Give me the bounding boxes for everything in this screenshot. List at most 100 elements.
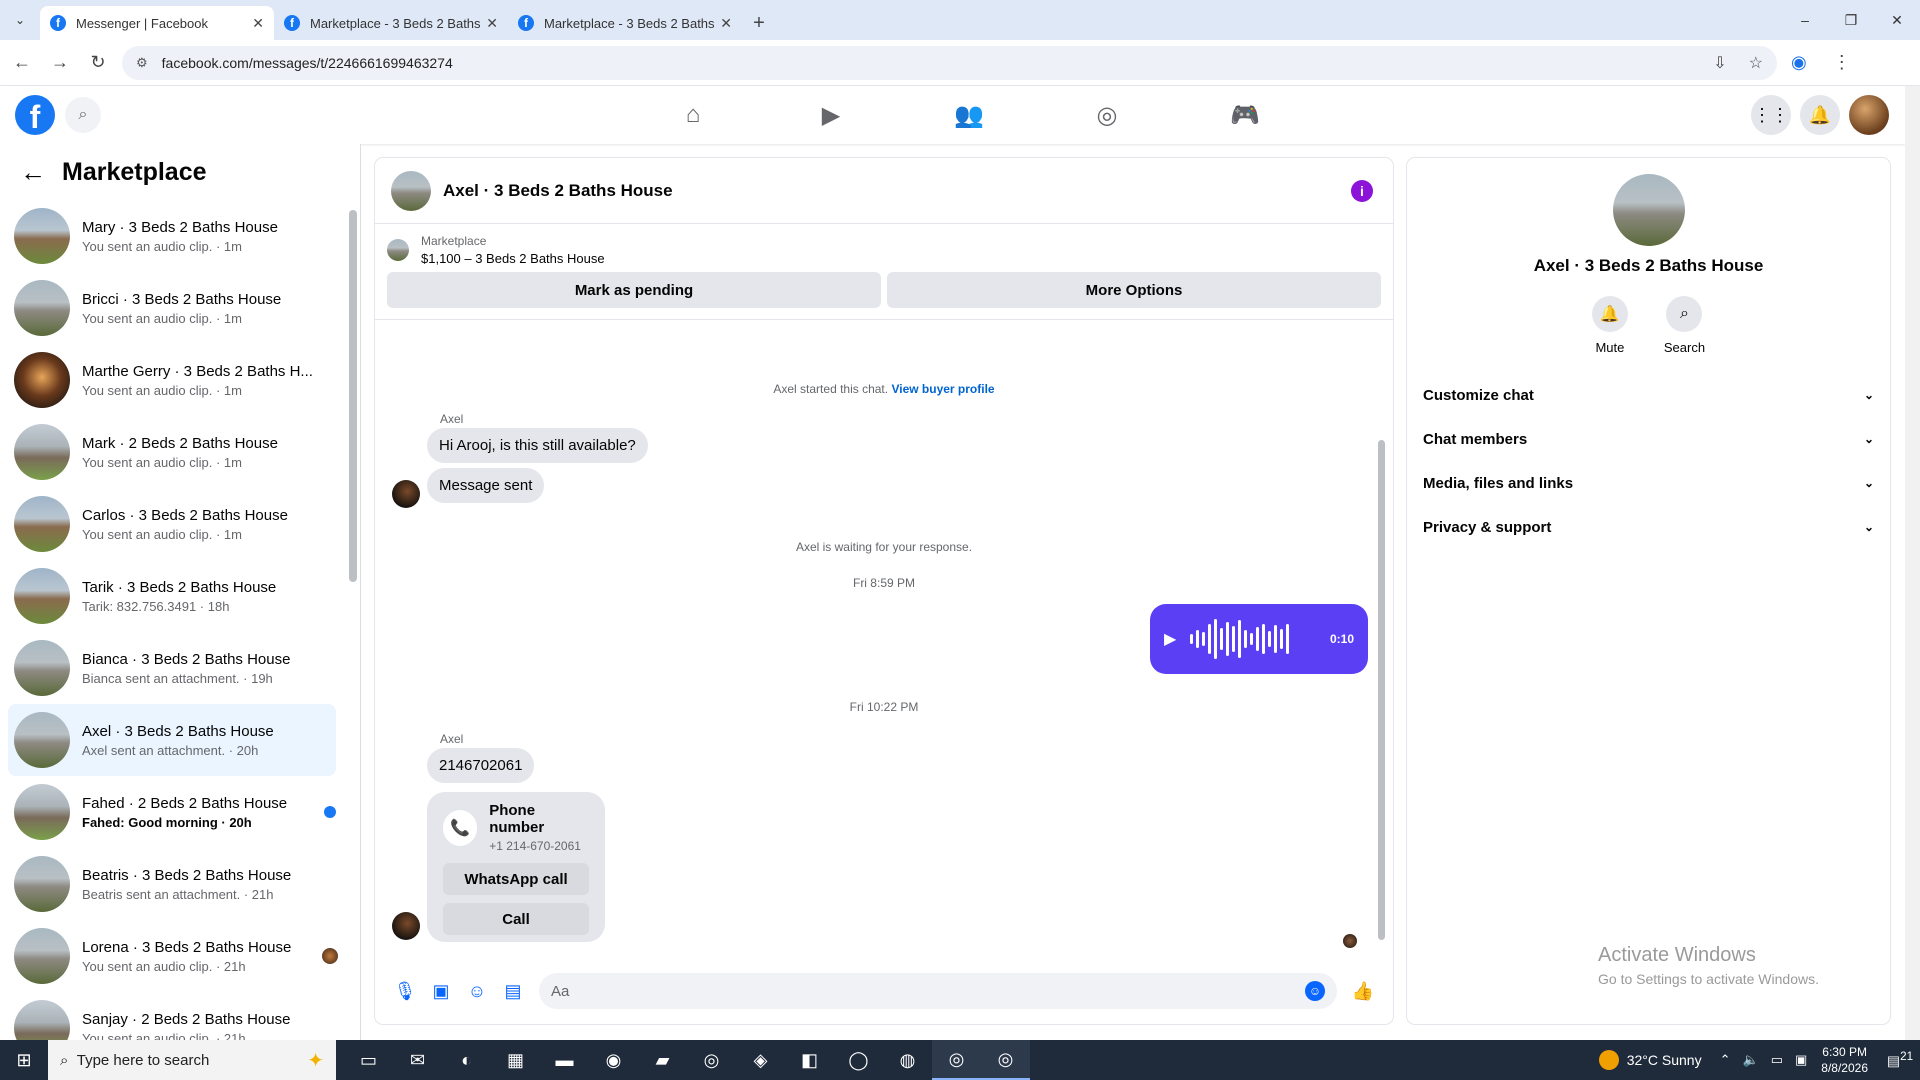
conversation-avatar[interactable] <box>1612 174 1685 246</box>
store-icon[interactable]: ▦ <box>491 1040 540 1080</box>
listing-title[interactable]: $1,100 – 3 Beds 2 Baths House <box>421 251 605 266</box>
browser-tab-messenger[interactable]: f Messenger | Facebook ✕ <box>40 6 274 40</box>
browser-tab-marketplace-1[interactable]: f Marketplace - 3 Beds 2 Baths H ✕ <box>274 6 508 40</box>
conversation-item[interactable]: Marthe Gerry · 3 Beds 2 Baths H... You se… <box>0 344 360 416</box>
message-bubble[interactable]: Hi Arooj, is this still available? <box>427 428 648 463</box>
taskbar-clock[interactable]: 6:30 PM 8/8/2026 <box>1821 1044 1868 1076</box>
like-thumb-icon[interactable]: 👍 <box>1345 973 1381 1009</box>
conversation-item-selected[interactable]: Axel · 3 Beds 2 Baths House Axel sent an … <box>8 704 336 776</box>
conversation-item[interactable]: Carlos · 3 Beds 2 Baths House You sent an… <box>0 488 360 560</box>
close-tab-icon[interactable]: ✕ <box>486 15 498 32</box>
notification-center-icon[interactable]: ▤21 <box>1880 1050 1920 1070</box>
file-explorer-icon[interactable]: ▬ <box>540 1040 589 1080</box>
new-tab-button[interactable]: + <box>742 6 776 40</box>
app-icon[interactable]: ◧ <box>785 1040 834 1080</box>
back-arrow-icon[interactable]: ← <box>20 157 46 188</box>
conversation-item[interactable]: Fahed · 2 Beds 2 Baths House Fahed: Good … <box>0 776 360 848</box>
browser-menu-icon[interactable]: ⋮ <box>1833 52 1851 73</box>
install-app-icon[interactable]: ⇩ <box>1713 53 1726 73</box>
more-options-button[interactable]: More Options <box>887 272 1381 308</box>
conversation-item[interactable]: Lorena · 3 Beds 2 Baths House You sent an… <box>0 920 360 992</box>
sidebar-scrollbar[interactable] <box>349 210 357 582</box>
app-icon[interactable]: ◈ <box>736 1040 785 1080</box>
conversation-item[interactable]: Bricci · 3 Beds 2 Baths House You sent an… <box>0 272 360 344</box>
info-icon[interactable]: i <box>1351 180 1373 202</box>
chat-scrollbar[interactable] <box>1378 440 1385 940</box>
chat-avatar[interactable] <box>391 170 431 211</box>
minimize-button[interactable]: – <box>1782 0 1828 40</box>
sender-avatar[interactable] <box>392 912 420 940</box>
microphone-icon[interactable]: 🎙 <box>387 973 423 1009</box>
chrome-icon[interactable]: ◎ <box>687 1040 736 1080</box>
app-icon[interactable]: ◍ <box>883 1040 932 1080</box>
emoji-icon[interactable]: ☺ <box>1305 981 1325 1001</box>
customize-chat-section[interactable]: Customize chat ⌄ <box>1407 373 1890 417</box>
close-tab-icon[interactable]: ✕ <box>720 15 732 32</box>
browser-profile-icon[interactable]: ◉ <box>1791 52 1807 73</box>
mute-button[interactable]: 🔔 Mute <box>1591 296 1628 355</box>
close-tab-icon[interactable]: ✕ <box>252 15 264 32</box>
whatsapp-call-button[interactable]: WhatsApp call <box>443 863 589 895</box>
weather-widget[interactable]: 32°C Sunny <box>1598 1050 1702 1070</box>
page-scrollbar[interactable] <box>1905 86 1920 1040</box>
message-input[interactable]: Aa ☺ <box>539 973 1337 1009</box>
conversation-item[interactable]: Mary · 3 Beds 2 Baths House You sent an a… <box>0 200 360 272</box>
back-button[interactable]: ← <box>6 52 38 73</box>
home-icon[interactable]: ⌂ <box>624 86 762 144</box>
play-icon[interactable]: ▶ <box>1164 629 1176 649</box>
video-icon[interactable]: ▶ <box>762 86 900 144</box>
url-field[interactable]: ⚙ facebook.com/messages/t/22466616994632… <box>122 45 1777 80</box>
timestamp: Fri 8:59 PM <box>852 576 915 590</box>
whatsapp-icon[interactable]: ◯ <box>834 1040 883 1080</box>
network-icon[interactable]: ▣ <box>1795 1052 1807 1068</box>
media-files-links-section[interactable]: Media, files and links ⌄ <box>1407 461 1890 505</box>
groups-icon[interactable]: ◎ <box>1038 86 1176 144</box>
chat-title[interactable]: Axel · 3 Beds 2 Baths House <box>443 181 673 201</box>
search-button[interactable]: ⌕ Search <box>1664 296 1705 355</box>
call-button[interactable]: Call <box>443 903 589 935</box>
profile-avatar[interactable] <box>1849 95 1889 135</box>
view-buyer-profile-link[interactable]: View buyer profile <box>891 382 994 396</box>
mark-as-pending-button[interactable]: Mark as pending <box>387 272 881 308</box>
attach-photo-icon[interactable]: ▣ <box>423 973 459 1009</box>
listing-thumbnail[interactable] <box>387 239 409 261</box>
menu-grid-icon[interactable]: ⋮⋮ <box>1751 95 1791 135</box>
message-bubble[interactable]: 2146702061 <box>427 748 535 783</box>
friends-icon[interactable]: 👥 <box>900 86 1038 144</box>
conversation-item[interactable]: Beatris · 3 Beds 2 Baths House Beatris se… <box>0 848 360 920</box>
start-button[interactable]: ⊞ <box>0 1040 48 1080</box>
gaming-icon[interactable]: 🎮 <box>1176 86 1314 144</box>
volume-icon[interactable]: 🔈 <box>1743 1052 1759 1068</box>
notifications-icon[interactable]: 🔔 <box>1800 95 1840 135</box>
site-info-icon[interactable]: ⚙ <box>136 55 148 71</box>
edge-icon[interactable]: ◐ <box>442 1040 491 1080</box>
privacy-support-section[interactable]: Privacy & support ⌄ <box>1407 505 1890 549</box>
message-bubble[interactable]: Message sent <box>427 468 545 503</box>
facebook-search-icon[interactable]: ⌕ <box>65 97 101 133</box>
forward-button[interactable]: → <box>44 52 76 73</box>
chevron-up-icon[interactable]: ⌃ <box>1720 1052 1731 1068</box>
chat-members-section[interactable]: Chat members ⌄ <box>1407 417 1890 461</box>
taskbar-search[interactable]: ⌕ Type here to search ✦ <box>48 1040 336 1080</box>
sticky-notes-icon[interactable]: ▰ <box>638 1040 687 1080</box>
app-icon[interactable]: ◉ <box>589 1040 638 1080</box>
maximize-button[interactable]: ❐ <box>1828 0 1874 40</box>
chrome-icon[interactable]: ◎ <box>932 1040 981 1080</box>
sticker-icon[interactable]: ☺ <box>459 973 495 1009</box>
conversation-item[interactable]: Bianca · 3 Beds 2 Baths House Bianca sent… <box>0 632 360 704</box>
close-window-button[interactable]: ✕ <box>1874 0 1920 40</box>
conversation-item[interactable]: Mark · 2 Beds 2 Baths House You sent an a… <box>0 416 360 488</box>
facebook-logo[interactable]: f <box>15 95 55 135</box>
audio-message[interactable]: ▶ 0:10 <box>1150 604 1368 674</box>
task-view-icon[interactable]: ▭ <box>344 1040 393 1080</box>
battery-icon[interactable]: ▭ <box>1771 1052 1783 1068</box>
gif-icon[interactable]: ▤ <box>495 973 531 1009</box>
conversation-item[interactable]: Tarik · 3 Beds 2 Baths House Tarik: 832.7… <box>0 560 360 632</box>
reload-button[interactable]: ↻ <box>82 52 114 73</box>
bookmark-star-icon[interactable]: ☆ <box>1749 53 1763 73</box>
tab-search-button[interactable]: ⌄ <box>0 0 40 40</box>
browser-tab-marketplace-2[interactable]: f Marketplace - 3 Beds 2 Baths H ✕ <box>508 6 742 40</box>
chrome-icon[interactable]: ◎ <box>981 1040 1030 1080</box>
outlook-icon[interactable]: ✉ <box>393 1040 442 1080</box>
sender-avatar[interactable] <box>392 480 420 508</box>
